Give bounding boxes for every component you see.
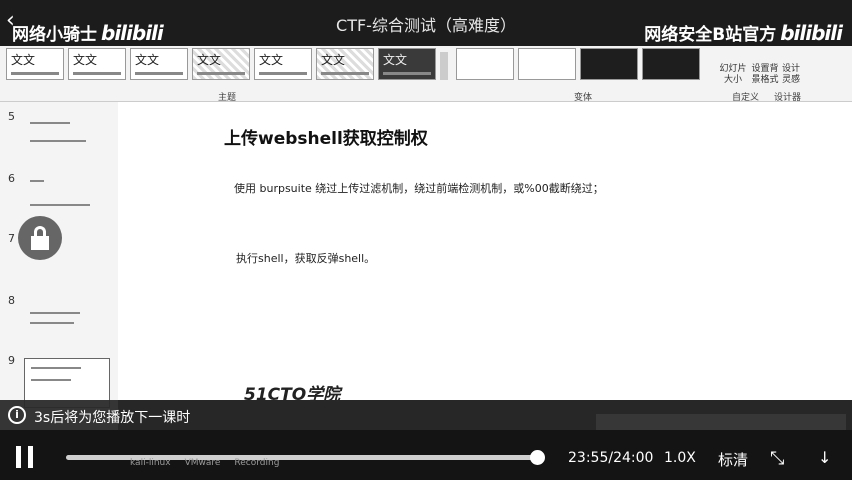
theme-thumb[interactable]: 文文 [316,48,374,80]
theme-label: 文文 [259,53,284,67]
slide-number: 5 [8,110,15,123]
theme-thumb[interactable]: 文文 [68,48,126,80]
bilibili-logo: bilibili [780,21,843,45]
theme-thumb[interactable]: 文文 [192,48,250,80]
theme-label: 文文 [135,53,160,67]
player-controls: 23:55/24:00 1.0X 标清 ⤡ ↓ [0,430,852,480]
variant-thumb[interactable] [580,48,638,80]
watermark-right-text: 网络安全B站官方 [644,25,777,45]
taskbar-item: kali-linux [130,458,171,468]
variant-gallery [456,48,700,80]
variant-thumb[interactable] [518,48,576,80]
pause-button[interactable] [14,446,36,468]
slide-text-line: 使用 burpsuite 绕过上传过滤机制，绕过前端检测机制，或%00截断绕过； [234,182,604,195]
theme-label: 文文 [11,53,36,67]
theme-gallery: 文文 文文 文文 文文 文文 文文 文文 [6,48,436,80]
design-ideas-button[interactable]: 设计灵感 [780,64,802,86]
slide-number: 6 [8,172,15,185]
theme-label: 文文 [197,53,222,67]
info-icon: i [8,406,26,424]
chevron-down-icon[interactable]: ↓ [818,448,831,467]
watermark-left-text: 网络小骑士 [12,25,97,45]
taskbar-strip: kali-linux VMware Recording [130,458,279,468]
editor-area: 5 6 7 8 9 上传webshell获取控制权 使用 burpsuite 绕… [0,102,852,480]
notification-text: 3s后将为您播放下一课时 [34,410,191,426]
slide-number: 8 [8,294,15,307]
variant-thumb[interactable] [456,48,514,80]
bilibili-logo: bilibili [101,21,164,45]
design-ribbon: 文文 文文 文文 文文 文文 文文 文文 幻灯片大小 设置背景格式 设计灵感 主… [0,46,852,103]
watermark-left: 网络小骑士 bilibili [12,20,164,45]
speed-button[interactable]: 1.0X [664,450,696,466]
taskbar-item: VMware [184,458,221,468]
theme-label: 文文 [73,53,98,67]
progress-knob[interactable] [530,450,546,465]
taskbar-item: Recording [234,458,280,468]
variant-thumb[interactable] [642,48,700,80]
time-display: 23:55/24:00 [568,450,654,466]
theme-scroll[interactable] [440,52,448,80]
slide-number: 9 [8,354,15,367]
theme-thumb[interactable]: 文文 [254,48,312,80]
quality-button[interactable]: 标清 [718,449,748,470]
slide-canvas[interactable]: 上传webshell获取控制权 使用 burpsuite 绕过上传过滤机制，绕过… [120,102,852,405]
slide-title: 上传webshell获取控制权 [224,129,428,149]
theme-label: 文文 [321,53,346,67]
slide-size-button[interactable]: 幻灯片大小 [716,64,750,86]
format-background-button[interactable]: 设置背景格式 [750,64,780,86]
theme-label: 文文 [383,53,408,67]
theme-thumb[interactable]: 文文 [6,48,64,80]
watermark-right: 网络安全B站官方 bilibili [644,20,843,45]
lock-icon[interactable] [18,216,62,260]
slide-text-line: 执行shell，获取反弹shell。 [236,252,376,265]
fullscreen-icon[interactable]: ⤡ [770,448,784,469]
theme-thumb[interactable]: 文文 [378,48,436,80]
slide-number: 7 [8,232,15,245]
theme-thumb[interactable]: 文文 [130,48,188,80]
top-bar: ‹ CTF-综合测试（高难度） 网络小骑士 bilibili 网络安全B站官方 bi… [0,0,852,46]
